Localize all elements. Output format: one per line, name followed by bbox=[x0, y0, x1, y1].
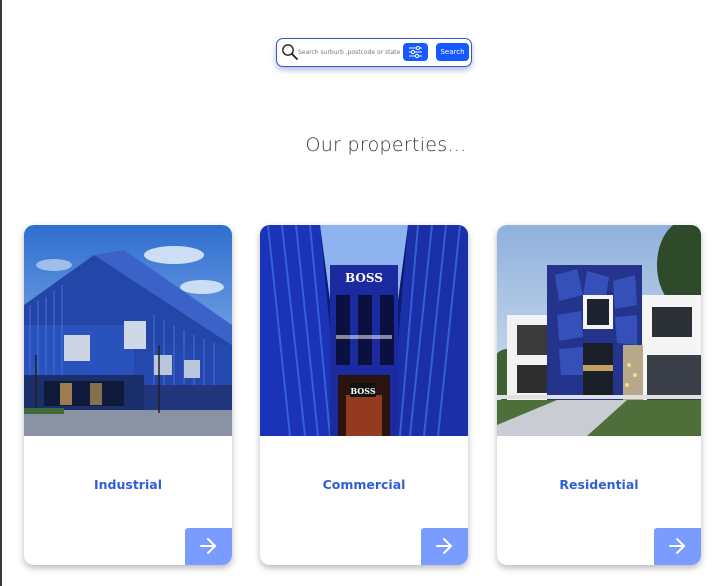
store-sign-lower: BOSS bbox=[350, 386, 375, 396]
commercial-building-image: BOSS BOSS bbox=[260, 225, 468, 436]
sliders-icon bbox=[409, 46, 422, 58]
arrow-button[interactable] bbox=[421, 528, 468, 565]
property-card-residential[interactable]: Residential bbox=[497, 225, 701, 565]
store-sign-upper: BOSS bbox=[345, 271, 383, 285]
page-title: Our properties... bbox=[305, 134, 467, 156]
residential-house-image bbox=[497, 225, 701, 436]
search-button[interactable]: Search bbox=[436, 43, 469, 61]
arrow-right-icon bbox=[436, 538, 452, 554]
search-icon[interactable] bbox=[281, 43, 299, 61]
property-card-commercial[interactable]: BOSS BOSS Commercial bbox=[260, 225, 468, 565]
card-label: Residential bbox=[559, 477, 639, 492]
search-input[interactable] bbox=[298, 45, 402, 59]
left-border bbox=[0, 0, 2, 586]
search-bar: Search bbox=[276, 38, 472, 67]
arrow-right-icon bbox=[200, 538, 216, 554]
arrow-button[interactable] bbox=[654, 528, 701, 565]
card-label: Commercial bbox=[322, 477, 406, 492]
industrial-building-image bbox=[24, 225, 232, 436]
card-label: Industrial bbox=[94, 477, 162, 492]
arrow-right-icon bbox=[669, 538, 685, 554]
filter-button[interactable] bbox=[403, 43, 428, 61]
arrow-button[interactable] bbox=[185, 528, 232, 565]
property-card-industrial[interactable]: Industrial bbox=[24, 225, 232, 565]
